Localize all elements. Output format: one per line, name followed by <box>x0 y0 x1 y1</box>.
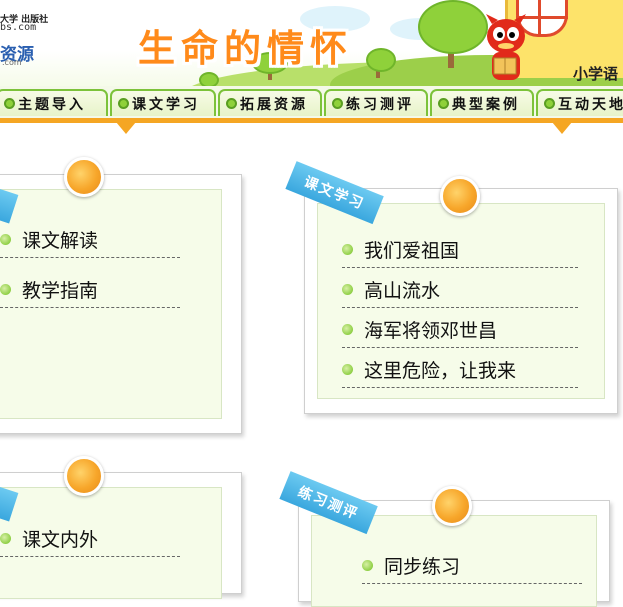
mascot-icon <box>486 14 526 80</box>
tree-decoration <box>366 48 396 72</box>
pin-icon <box>432 486 472 526</box>
tab-label: 主题导入 <box>18 96 86 113</box>
link-label: 课文内外 <box>22 529 99 551</box>
tab-bullet-icon <box>438 98 449 109</box>
link-sync-practice[interactable]: 同步练习 <box>362 548 582 584</box>
tab-bullet-icon <box>118 98 129 109</box>
tab-bullet-icon <box>4 98 15 109</box>
tab-bullet-icon <box>226 98 237 109</box>
bullet-icon <box>342 244 353 255</box>
link-label: 同步练习 <box>384 556 461 578</box>
bullet-icon <box>362 560 373 571</box>
nav-underline <box>0 118 623 123</box>
tree-decoration <box>418 0 488 54</box>
pin-icon <box>440 176 480 216</box>
tab-topic-intro[interactable]: 主题导入 <box>0 89 108 116</box>
tab-typical-cases[interactable]: 典型案例 <box>430 89 534 116</box>
link-high-mountain-flowing-water[interactable]: 高山流水 <box>342 272 578 308</box>
link-label: 教学指南 <box>22 280 99 302</box>
link-label: 海军将领邓世昌 <box>364 320 498 342</box>
tab-label: 拓展资源 <box>240 96 308 113</box>
tab-text-study[interactable]: 课文学习 <box>110 89 216 116</box>
tab-bullet-icon <box>544 98 555 109</box>
bullet-icon <box>342 284 353 295</box>
tab-label: 典型案例 <box>452 96 520 113</box>
bullet-icon <box>342 364 353 375</box>
bullet-icon <box>0 533 11 544</box>
pin-icon <box>64 157 104 197</box>
link-label: 高山流水 <box>364 280 441 302</box>
bullet-icon <box>0 234 11 245</box>
link-label: 课文解读 <box>22 230 99 252</box>
link-danger-let-me[interactable]: 这里危险，让我来 <box>342 352 578 388</box>
tab-label: 互动天地 <box>558 96 623 113</box>
bullet-icon <box>342 324 353 335</box>
tab-label: 练习测评 <box>346 96 414 113</box>
tab-extended-resources[interactable]: 拓展资源 <box>218 89 322 116</box>
link-label: 这里危险，让我来 <box>364 360 517 382</box>
resource-logo-domain: .com <box>2 58 22 67</box>
section-label: 小学语 <box>573 65 619 83</box>
tab-practice-test[interactable]: 练习测评 <box>324 89 428 116</box>
link-text-interpretation[interactable]: 课文解读 <box>0 222 180 258</box>
link-inside-outside-text[interactable]: 课文内外 <box>0 521 180 557</box>
link-teaching-guide[interactable]: 教学指南 <box>0 272 180 308</box>
page-title: 生命的情怀 <box>138 27 353 70</box>
site-header: 大学 出版社 bs.com 资源 .com 生命的情怀 小学语 <box>0 0 623 92</box>
tab-interactive[interactable]: 互动天地 <box>536 89 623 116</box>
tab-label: 课文学习 <box>132 96 200 113</box>
link-deng-shichang[interactable]: 海军将领邓世昌 <box>342 312 578 348</box>
tab-bullet-icon <box>332 98 343 109</box>
link-label: 我们爱祖国 <box>364 240 460 262</box>
pin-icon <box>64 456 104 496</box>
publisher-domain: bs.com <box>0 22 37 33</box>
bullet-icon <box>0 284 11 295</box>
link-we-love-motherland[interactable]: 我们爱祖国 <box>342 232 578 268</box>
